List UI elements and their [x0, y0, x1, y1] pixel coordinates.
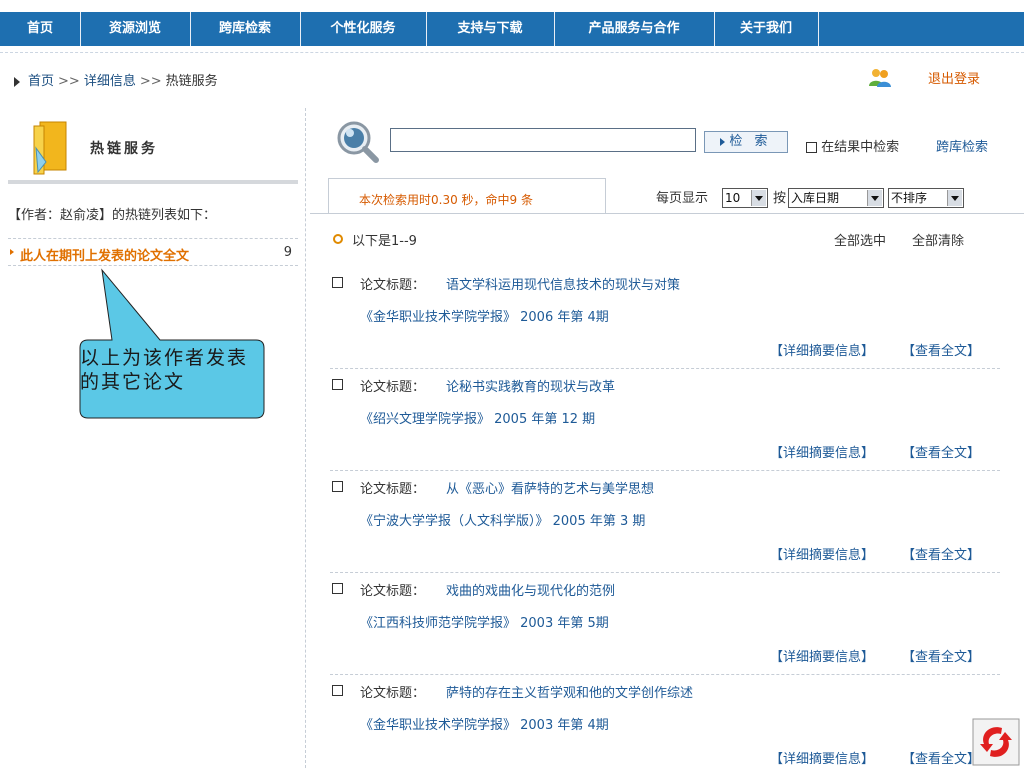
logout-link[interactable]: 退出登录 — [928, 68, 980, 92]
result-item: 论文标题： 语文学科运用现代信息技术的现状与对策 《金华职业技术学院学报》 20… — [330, 270, 1000, 372]
panel-title: 热链服务 — [90, 141, 158, 157]
result-journal[interactable]: 《江西科技师范学院学报》 2003 年第 5期 — [360, 612, 609, 631]
cross-db-link[interactable]: 跨库检索 — [936, 136, 988, 155]
result-journal[interactable]: 《金华职业技术学院学报》 2003 年第 4期 — [360, 714, 609, 733]
sort-by-label: 按 — [773, 191, 787, 206]
result-checkbox[interactable] — [332, 583, 343, 594]
nav-products[interactable]: 产品服务与合作 — [554, 12, 715, 46]
detail-link[interactable]: 【详细摘要信息】 — [770, 544, 874, 563]
search-in-results-label: 在结果中检索 — [821, 140, 900, 155]
sort-field-select[interactable]: 入库日期 — [788, 188, 884, 208]
fulltext-link[interactable]: 【查看全文】 — [902, 442, 980, 461]
nav-support[interactable]: 支持与下载 — [426, 12, 555, 46]
select-all-link[interactable]: 全部选中 — [834, 230, 886, 249]
per-page-select[interactable]: 10 — [722, 188, 768, 208]
bullet-icon — [10, 249, 14, 255]
title-label: 论文标题： — [360, 686, 426, 701]
search-in-results-checkbox[interactable] — [806, 142, 817, 153]
detail-link[interactable]: 【详细摘要信息】 — [770, 340, 874, 359]
circle-icon — [333, 234, 343, 244]
result-item: 论文标题： 萨特的存在主义哲学观和他的文学创作综述 《金华职业技术学院学报》 2… — [330, 678, 1000, 768]
result-title[interactable]: 语文学科运用现代信息技术的现状与对策 — [446, 274, 680, 293]
result-journal[interactable]: 《金华职业技术学院学报》 2006 年第 4期 — [360, 306, 609, 325]
search-button[interactable]: 检 索 — [704, 131, 788, 153]
result-title[interactable]: 萨特的存在主义哲学观和他的文学创作综述 — [446, 682, 693, 701]
nav-cross-search[interactable]: 跨库检索 — [190, 12, 301, 46]
breadcrumb: 首页 >> 详细信息 >> 热链服务 — [14, 72, 218, 92]
sort-field-value: 入库日期 — [791, 191, 840, 205]
hotlink-item[interactable]: 此人在期刊上发表的论文全文 9 — [8, 238, 298, 266]
row-divider — [330, 572, 1000, 573]
fulltext-link[interactable]: 【查看全文】 — [902, 340, 980, 359]
per-page-value: 10 — [725, 191, 741, 205]
result-checkbox[interactable] — [332, 481, 343, 492]
search-in-results[interactable]: 在结果中检索 — [806, 136, 899, 155]
triangle-right-icon — [720, 137, 726, 146]
sort-order-select[interactable]: 不排序 — [888, 188, 964, 208]
breadcrumb-sep: >> — [139, 74, 162, 89]
hotlink-label[interactable]: 此人在期刊上发表的论文全文 — [20, 245, 189, 264]
top-nav: 首页 资源浏览 跨库检索 个性化服务 支持与下载 产品服务与合作 关于我们 — [0, 0, 1024, 46]
result-item: 论文标题： 从《恶心》看萨特的艺术与美学思想 《宁波大学学报（人文科学版）》 2… — [330, 474, 1000, 576]
book-icon — [33, 121, 67, 175]
breadcrumb-sep: >> — [58, 74, 80, 89]
result-title[interactable]: 从《恶心》看萨特的艺术与美学思想 — [446, 478, 654, 497]
result-title[interactable]: 戏曲的戏曲化与现代化的范例 — [446, 580, 615, 599]
title-label: 论文标题： — [360, 584, 426, 599]
result-checkbox[interactable] — [332, 685, 343, 696]
detail-link[interactable]: 【详细摘要信息】 — [770, 442, 874, 461]
row-divider — [330, 674, 1000, 675]
stats-text: 本次检索用时0.30 秒，命中9 条 — [359, 193, 533, 207]
result-checkbox[interactable] — [332, 277, 343, 288]
detail-link[interactable]: 【详细摘要信息】 — [770, 748, 874, 767]
refresh-icon[interactable] — [972, 718, 1020, 766]
callout-text: 以上为该作者发表的其它论文 — [80, 347, 249, 393]
fulltext-link[interactable]: 【查看全文】 — [902, 544, 980, 563]
nav-home[interactable]: 首页 — [0, 12, 81, 46]
row-divider — [330, 368, 1000, 369]
left-panel: 热链服务 【作者：赵俞凌】的热链列表如下： 此人在期刊上发表的论文全文 9 — [0, 108, 306, 768]
result-journal[interactable]: 《宁波大学学报（人文科学版）》 2005 年第 3 期 — [360, 510, 645, 529]
stats-tab: 本次检索用时0.30 秒，命中9 条 — [328, 178, 606, 214]
search-button-label: 检 索 — [729, 134, 772, 149]
result-journal[interactable]: 《绍兴文理学院学报》 2005 年第 12 期 — [360, 408, 595, 427]
chevron-down-icon — [867, 190, 882, 206]
result-title[interactable]: 论秘书实践教育的现状与改革 — [446, 376, 615, 395]
detail-link[interactable]: 【详细摘要信息】 — [770, 646, 874, 665]
per-page-label: 每页显示 — [656, 191, 709, 206]
tab-divider — [310, 213, 1024, 214]
title-label: 论文标题： — [360, 380, 426, 395]
users-icon — [869, 69, 891, 87]
nav-personal[interactable]: 个性化服务 — [300, 12, 427, 46]
triangle-right-icon — [14, 76, 20, 87]
callout: 以上为该作者发表的其它论文 — [74, 340, 264, 420]
nav-about[interactable]: 关于我们 — [714, 12, 819, 46]
magnifier-icon — [337, 121, 379, 163]
panel-divider — [8, 180, 298, 184]
search-input[interactable] — [390, 128, 696, 152]
author-line: 【作者：赵俞凌】的热链列表如下： — [8, 208, 217, 223]
title-label: 论文标题： — [360, 278, 426, 293]
breadcrumb-detail[interactable]: 详细信息 — [84, 74, 136, 89]
fulltext-link[interactable]: 【查看全文】 — [902, 646, 980, 665]
row-divider — [330, 470, 1000, 471]
breadcrumb-current: 热链服务 — [165, 74, 218, 89]
title-label: 论文标题： — [360, 482, 426, 497]
clear-all-link[interactable]: 全部清除 — [912, 230, 964, 249]
result-item: 论文标题： 论秘书实践教育的现状与改革 《绍兴文理学院学报》 2005 年第 1… — [330, 372, 1000, 474]
fulltext-link[interactable]: 【查看全文】 — [902, 748, 980, 767]
result-checkbox[interactable] — [332, 379, 343, 390]
chevron-down-icon — [947, 190, 962, 206]
chevron-down-icon — [751, 190, 766, 206]
result-item: 论文标题： 戏曲的戏曲化与现代化的范例 《江西科技师范学院学报》 2003 年第… — [330, 576, 1000, 678]
breadcrumb-home[interactable]: 首页 — [28, 74, 54, 89]
result-range: 以下是1--9 — [352, 234, 417, 249]
hotlink-count: 9 — [283, 245, 292, 260]
sort-order-value: 不排序 — [891, 191, 928, 205]
nav-browse[interactable]: 资源浏览 — [80, 12, 191, 46]
